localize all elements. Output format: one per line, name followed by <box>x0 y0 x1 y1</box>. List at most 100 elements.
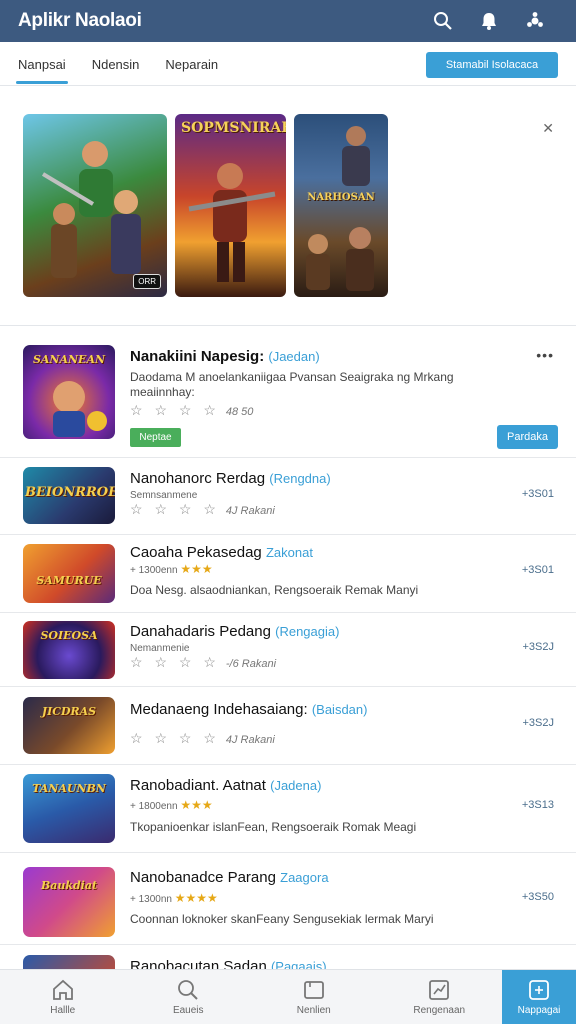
app-category: (Jadena) <box>270 778 322 793</box>
download-count: + 1300enn <box>130 565 178 576</box>
thumbnail-label: SAMURUE <box>36 574 102 587</box>
star-icons: ☆ ☆ ☆ ☆ <box>130 501 220 517</box>
app-category: Zaagora <box>280 870 329 885</box>
folder-icon <box>303 980 324 999</box>
app-description: Tkopanioenkar islanFean, Rengsoeraik Rom… <box>130 820 417 834</box>
tab-neparain[interactable]: Neparain <box>165 43 218 84</box>
item-action[interactable]: +3S01 <box>522 564 554 576</box>
app-thumbnail: Baukdiat <box>23 867 115 937</box>
app-name-text: Ranobadiant. Aatnat <box>130 777 266 794</box>
app-meta: + 1300enn ★★★ <box>130 562 213 576</box>
thumbnail-label: SOIEOSA <box>40 629 98 642</box>
featured-card-3[interactable]: NARHOSAN <box>294 114 388 297</box>
home-icon <box>52 979 73 1000</box>
apps-icon <box>529 979 549 1000</box>
search-icon[interactable] <box>420 0 466 42</box>
app-name-text: Caoaha Pekasedag <box>130 544 262 561</box>
app-name: Nanobanadce Parang Zaagora <box>130 869 329 886</box>
settings-icon[interactable] <box>512 0 558 42</box>
list-item[interactable]: BEIONRROE Nanohanorc Rerdag (Rengdna) Se… <box>0 458 576 535</box>
app-thumbnail: BEIONRROE <box>23 467 115 524</box>
bottom-navigation: Hallle Eaueis Nenlien Rengenaan Nappagai <box>0 969 576 1024</box>
app-meta: + 1800enn ★★★ <box>130 798 213 812</box>
star-icons: ☆ ☆ ☆ ☆ <box>130 654 220 670</box>
list-item[interactable]: SANANEAN Nanakiini Napesig: (Jaedan) Dao… <box>0 327 576 458</box>
app-name: Medanaeng Indehasaiang: (Baisdan) <box>130 701 367 718</box>
app-header: Aplikr Naolaoi <box>0 0 576 42</box>
app-category: (Rengdna) <box>269 471 331 486</box>
item-action[interactable]: +3S50 <box>522 891 554 903</box>
app-thumbnail: SANANEAN <box>23 345 115 439</box>
app-name-text: Nanobanadce Parang <box>130 869 276 886</box>
close-icon[interactable]: ✕ <box>542 120 554 137</box>
nav-stats[interactable]: Rengenaan <box>377 970 503 1024</box>
app-thumbnail: TANAUNBN <box>23 774 115 843</box>
app-description: Coonnan loknoker skanFeany Sengusekiak l… <box>130 912 434 926</box>
app-title: Aplikr Naolaoi <box>18 10 142 31</box>
nav-search[interactable]: Eaueis <box>126 970 252 1024</box>
list-item[interactable]: SOIEOSA Danahadaris Pedang (Rengagia) Ne… <box>0 613 576 687</box>
app-name: Danahadaris Pedang (Rengagia) <box>130 623 339 640</box>
status-badge: Neptae <box>130 428 181 447</box>
notification-bell-icon[interactable] <box>466 0 512 42</box>
item-action-button[interactable]: Pardaka <box>497 425 558 449</box>
rating-count: 48 50 <box>225 406 254 418</box>
nav-label: Rengenaan <box>413 1004 466 1016</box>
rating-count: 4J Rakani <box>225 734 275 746</box>
rating-stars: ☆ ☆ ☆ ☆ 48 50 <box>130 402 253 419</box>
featured-title: SOPMSNIRAE <box>181 120 286 136</box>
nav-apps[interactable]: Nappagai <box>502 970 576 1024</box>
app-name: Ranobadiant. Aatnat (Jadena) <box>130 777 321 794</box>
app-name-text: Nanohanorc Rerdag <box>130 470 266 487</box>
app-name-text: Nanakiini Napesig: <box>130 348 265 365</box>
nav-label: Hallle <box>50 1004 76 1016</box>
star-icons: ☆ ☆ ☆ ☆ <box>130 402 220 418</box>
nav-label: Nappagai <box>517 1004 561 1016</box>
featured-subtitle: NARHOSAN <box>307 192 375 203</box>
app-category: (Jaedan) <box>268 349 320 364</box>
thumbnail-label: TANAUNBN <box>32 782 106 795</box>
rating-count: 4J Rakani <box>225 505 275 517</box>
more-options-icon[interactable]: ••• <box>536 347 554 363</box>
app-name-text: Danahadaris Pedang <box>130 623 271 640</box>
star-icons: ★★★★ <box>174 891 218 905</box>
app-description: Doa Nesg. alsaodniankan, Rengsoeraik Rem… <box>130 583 419 597</box>
tab-ndensin[interactable]: Ndensin <box>92 43 140 84</box>
thumbnail-label: Baukdiat <box>40 879 98 892</box>
item-action[interactable]: +3S2J <box>523 717 555 729</box>
nav-label: Eaueis <box>172 1004 204 1016</box>
list-item[interactable]: JICDRAS Medanaeng Indehasaiang: (Baisdan… <box>0 687 576 765</box>
nav-label: Nenlien <box>296 1004 331 1016</box>
app-name-text: Medanaeng Indehasaiang: <box>130 701 308 718</box>
app-name: Nanakiini Napesig: (Jaedan) <box>130 348 320 365</box>
list-item[interactable]: Baukdiat Nanobanadce Parang Zaagora + 13… <box>0 853 576 945</box>
rating-stars: ☆ ☆ ☆ ☆ 4J Rakani <box>130 501 275 518</box>
app-thumbnail: SOIEOSA <box>23 621 115 679</box>
featured-card-2[interactable]: SOPMSNIRAE <box>175 114 286 297</box>
item-action[interactable]: +3S01 <box>522 488 554 500</box>
nav-library[interactable]: Nenlien <box>251 970 377 1024</box>
item-action[interactable]: +3S13 <box>522 799 554 811</box>
tab-nanpsai[interactable]: Nanpsai <box>16 43 68 84</box>
thumbnail-label: JICDRAS <box>41 705 97 718</box>
app-meta: Nemanmenie <box>130 643 190 654</box>
app-category: (Rengagia) <box>275 624 340 639</box>
item-action[interactable]: +3S2J <box>523 641 555 653</box>
list-item[interactable]: SAMURUE Caoaha Pekasedag Zakonat + 1300e… <box>0 535 576 613</box>
nav-home[interactable]: Hallle <box>0 970 126 1024</box>
download-count: + 1300nn <box>130 894 172 905</box>
tab-action-button[interactable]: Stamabil Isolacaca <box>426 52 558 78</box>
tab-bar: Nanpsai Ndensin Neparain Stamabil Isolac… <box>0 42 576 86</box>
chart-icon <box>429 979 450 1000</box>
app-name: Nanohanorc Rerdag (Rengdna) <box>130 470 331 487</box>
app-category: Zakonat <box>265 545 313 560</box>
app-description: Daodama M anoelankaniigaa Pvansan Seaigr… <box>130 370 454 399</box>
app-thumbnail: SAMURUE <box>23 544 115 603</box>
star-icons: ★★★ <box>180 562 213 576</box>
list-item[interactable]: TANAUNBN Ranobadiant. Aatnat (Jadena) + … <box>0 765 576 853</box>
rating-stars: ☆ ☆ ☆ ☆ 4J Rakani <box>130 730 275 747</box>
app-category: (Baisdan) <box>311 702 368 717</box>
thumbnail-label: SANANEAN <box>32 353 106 366</box>
featured-card-1[interactable]: ORR <box>23 114 167 297</box>
rating-count: -/6 Rakani <box>225 658 277 670</box>
